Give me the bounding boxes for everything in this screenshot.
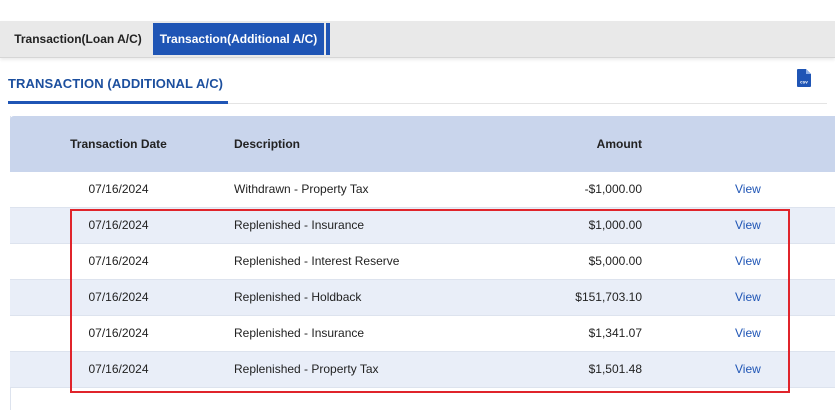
cell-amount: $5,000.00	[588, 254, 642, 268]
cell-date: 07/16/2024	[88, 290, 149, 304]
table-header-row: Transaction Date Description Amount	[10, 116, 835, 172]
cell-amount: $1,000.00	[588, 218, 642, 232]
page: Transaction(Loan A/C) Transaction(Additi…	[0, 0, 835, 410]
cell-date: 07/16/2024	[88, 326, 149, 340]
header-description: Description	[234, 137, 301, 151]
view-link[interactable]: View	[735, 244, 785, 279]
section-title-underline	[8, 101, 228, 104]
tab-bar: Transaction(Loan A/C) Transaction(Additi…	[0, 21, 835, 58]
tab-loan-account[interactable]: Transaction(Loan A/C)	[8, 23, 148, 55]
table-row: 07/16/2024 Withdrawn - Property Tax -$1,…	[10, 172, 835, 208]
view-link[interactable]: View	[735, 316, 785, 351]
table-row: 07/16/2024 Replenished - Insurance $1,00…	[10, 208, 835, 244]
cell-amount: -$1,000.00	[584, 182, 642, 196]
table-row: 07/16/2024 Replenished - Interest Reserv…	[10, 244, 835, 280]
header-transaction-date: Transaction Date	[70, 137, 167, 151]
cell-date: 07/16/2024	[88, 362, 149, 376]
cell-amount: $151,703.10	[575, 290, 642, 304]
table-row: 07/16/2024 Replenished - Property Tax $1…	[10, 352, 835, 388]
csv-icon-label: csv	[800, 80, 808, 85]
view-link[interactable]: View	[735, 172, 785, 207]
csv-file-icon[interactable]: csv	[797, 69, 811, 87]
tab-additional-account[interactable]: Transaction(Additional A/C)	[153, 23, 324, 55]
view-link[interactable]: View	[735, 352, 785, 387]
header-amount: Amount	[596, 137, 642, 151]
section-title: TRANSACTION (ADDITIONAL A/C)	[8, 76, 224, 91]
view-link[interactable]: View	[735, 208, 785, 243]
transactions-table: Transaction Date Description Amount 07/1…	[10, 116, 835, 388]
cell-date: 07/16/2024	[88, 182, 149, 196]
cell-date: 07/16/2024	[88, 254, 149, 268]
active-tab-indicator	[326, 23, 330, 55]
cell-amount: $1,341.07	[588, 326, 642, 340]
cell-date: 07/16/2024	[88, 218, 149, 232]
view-link[interactable]: View	[735, 280, 785, 315]
cell-amount: $1,501.48	[588, 362, 642, 376]
table-row: 07/16/2024 Replenished - Insurance $1,34…	[10, 316, 835, 352]
table-row: 07/16/2024 Replenished - Holdback $151,7…	[10, 280, 835, 316]
